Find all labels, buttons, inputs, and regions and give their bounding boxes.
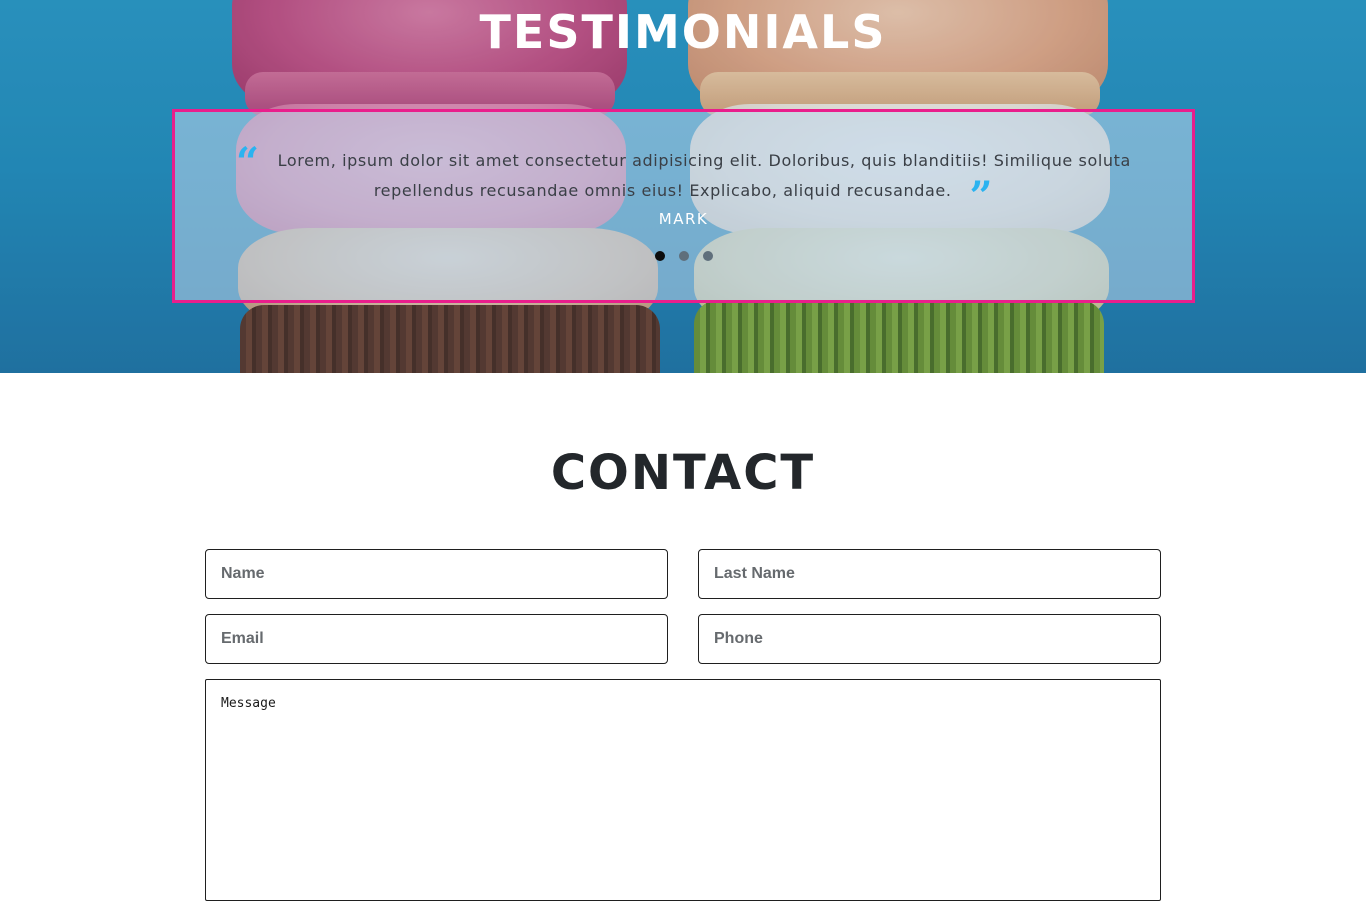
email-input[interactable]: [205, 614, 668, 664]
quote-open-icon: “: [236, 139, 260, 186]
contact-section: CONTACT: [0, 373, 1366, 910]
carousel-dot-1[interactable]: [654, 251, 665, 261]
testimonial-author: MARK: [658, 210, 709, 228]
name-input[interactable]: [205, 549, 668, 599]
message-textarea[interactable]: [205, 679, 1161, 901]
last-name-input[interactable]: [698, 549, 1161, 599]
testimonial-carousel: “ Lorem, ipsum dolor sit amet consectetur…: [172, 109, 1195, 303]
testimonials-section: TESTIMONIALS “ Lorem, ipsum dolor sit ame…: [0, 0, 1366, 373]
carousel-indicators: [175, 251, 1192, 261]
testimonial-quote: “ Lorem, ipsum dolor sit amet consectetur…: [175, 139, 1192, 220]
quote-close-icon: ”: [969, 173, 994, 220]
testimonials-title: TESTIMONIALS: [479, 5, 887, 59]
testimonial-text: Lorem, ipsum dolor sit amet consectetur …: [277, 151, 1131, 200]
carousel-dot-2[interactable]: [678, 251, 689, 261]
phone-input[interactable]: [698, 614, 1161, 664]
contact-title: CONTACT: [550, 445, 816, 501]
carousel-dot-3[interactable]: [702, 251, 713, 261]
